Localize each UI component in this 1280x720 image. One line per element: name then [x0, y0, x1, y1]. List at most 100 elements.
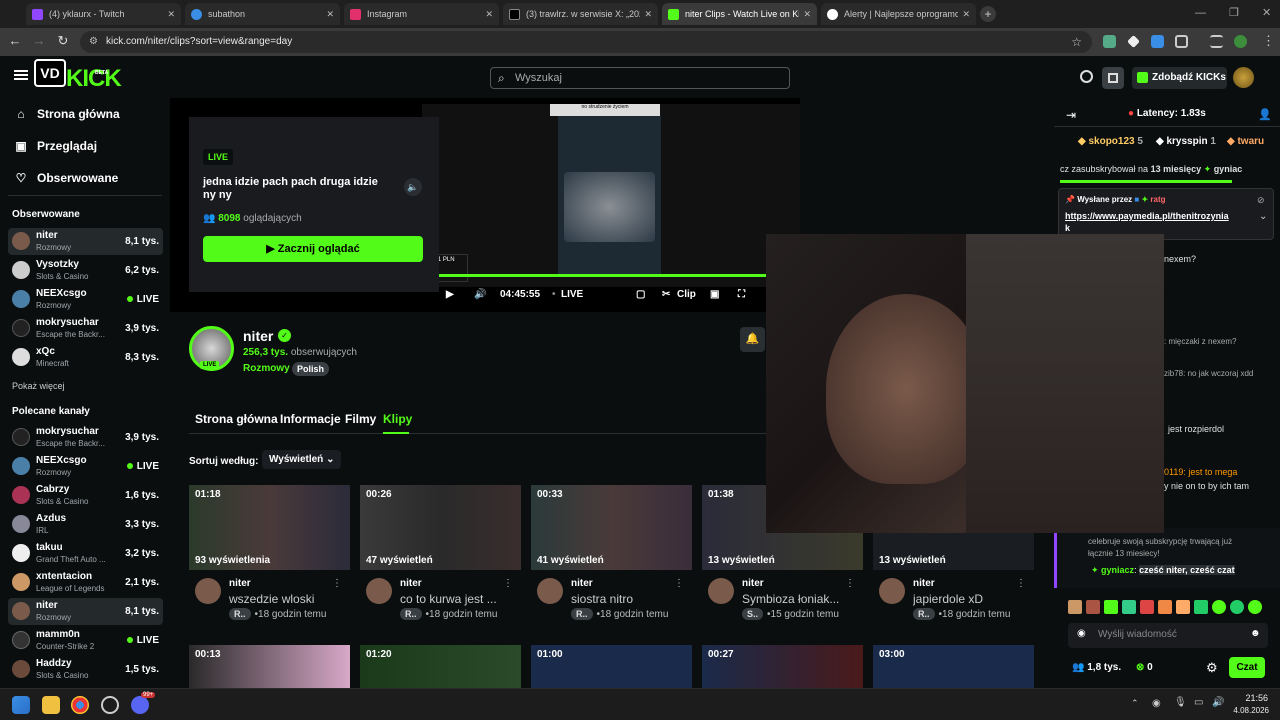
browser-tab[interactable]: (3) trawlrz. w serwisie X: „2026/... ✕ — [503, 3, 658, 25]
emote-icon[interactable] — [1122, 600, 1136, 614]
floating-webcam-video[interactable] — [766, 234, 1164, 533]
clip-thumbnail[interactable]: 01:18 93 wyświetlenia — [189, 485, 350, 570]
notification-bell-icon[interactable]: 🔔 — [740, 327, 765, 352]
nav-following[interactable]: ♡ Obserwowane — [14, 171, 119, 185]
gifter-2[interactable]: ◆ krysspin 1 — [1156, 136, 1216, 147]
clip-channel[interactable]: niter — [913, 578, 935, 589]
discord-icon[interactable] — [131, 696, 149, 714]
chat-badge-icon[interactable]: ◉ — [1077, 628, 1086, 639]
streamer-logo[interactable]: VD — [34, 59, 66, 87]
close-icon[interactable]: ✕ — [644, 9, 652, 20]
hamburger-menu-icon[interactable] — [14, 70, 28, 80]
layout-toggle-icon[interactable] — [1102, 67, 1124, 89]
chrome-icon[interactable] — [71, 696, 89, 714]
clip-thumbnail[interactable]: 00:13 — [189, 645, 350, 688]
minimize-button[interactable]: — — [1195, 7, 1206, 19]
followed-channel[interactable]: NEEXcsgo Rozmowy LIVE — [8, 286, 163, 313]
tab-home[interactable]: Strona główna — [195, 412, 278, 426]
user-avatar[interactable] — [1233, 67, 1254, 88]
reload-button[interactable]: ↻ — [54, 33, 72, 49]
chat-send-button[interactable]: Czat — [1229, 657, 1265, 678]
address-bar[interactable]: ⚙ kick.com/niter/clips?sort=view&range=d… — [80, 31, 1092, 53]
more-icon[interactable]: ⋮ — [503, 578, 513, 589]
emote-icon[interactable] — [1104, 600, 1118, 614]
emote-icon[interactable] — [1086, 600, 1100, 614]
progress-bar[interactable] — [436, 274, 766, 277]
profile-icon[interactable] — [1234, 35, 1247, 48]
file-explorer-icon[interactable] — [42, 696, 60, 714]
start-watching-button[interactable]: ▶ Zacznij oglądać — [203, 236, 423, 262]
new-tab-button[interactable]: + — [980, 6, 996, 22]
more-icon[interactable]: ⋮ — [845, 578, 855, 589]
clip-thumbnail[interactable]: 01:00 — [531, 645, 692, 688]
nav-browse[interactable]: ▣ Przeglądaj — [14, 139, 97, 153]
chevron-down-icon[interactable]: ⌄ — [1259, 211, 1267, 222]
more-icon[interactable]: ⋮ — [674, 578, 684, 589]
close-icon[interactable]: ✕ — [962, 9, 970, 20]
sort-dropdown[interactable]: Wyświetleń ⌄ — [262, 450, 342, 469]
clip-title[interactable]: japierdole xD — [913, 592, 1023, 606]
followed-channel[interactable]: mokrysuchar Escape the Backr... 3,9 tys. — [8, 315, 163, 342]
avatar[interactable] — [366, 578, 392, 604]
live-label[interactable]: LIVE — [561, 289, 583, 300]
pip-icon[interactable]: ▣ — [710, 289, 719, 300]
emote-icon[interactable] — [1068, 600, 1082, 614]
clock-date[interactable]: 4.08.2026 — [1229, 706, 1269, 715]
close-icon[interactable]: ✕ — [326, 9, 334, 20]
speaker-icon[interactable]: 🔊 — [1212, 697, 1224, 708]
video-player[interactable]: no strudzenie życiem 11 PLN — [422, 104, 800, 287]
mute-icon[interactable]: 🔈 — [404, 178, 422, 196]
emote-icon[interactable] — [1176, 600, 1190, 614]
fullscreen-icon[interactable]: ⛶ — [738, 289, 745, 300]
kicks-balance[interactable]: ⊗ 0 — [1136, 662, 1153, 673]
clip-thumbnail[interactable]: 00:27 — [702, 645, 863, 688]
clip-card[interactable]: 00:33 41 wyświetleń niter ⋮ siostra nitro R..… — [531, 485, 692, 620]
volume-icon[interactable]: 🔊 — [474, 289, 486, 300]
menu-icon[interactable]: ⋮ — [1262, 33, 1275, 49]
clip-card[interactable]: 00:26 47 wyświetleń niter ⋮ co to kurwa jest… — [360, 485, 521, 620]
unpin-icon[interactable]: ⊘ — [1257, 195, 1265, 206]
recommended-channel[interactable]: niter Rozmowy 8,1 tys. — [8, 598, 163, 625]
search-input[interactable]: ⌕ Wyszukaj — [490, 67, 790, 89]
emote-icon[interactable] — [1158, 600, 1172, 614]
chat-username[interactable]: gyniacz — [1101, 565, 1134, 575]
clip-title[interactable]: Symbioza łoniak... — [742, 592, 852, 606]
clip-title[interactable]: co to kurwa jest ... — [400, 592, 510, 606]
collapse-chat-icon[interactable]: ⇥ — [1066, 108, 1076, 122]
clip-icon[interactable]: ✂ — [662, 289, 670, 300]
clip-card[interactable]: 01:18 93 wyświetlenia niter ⋮ wszedzie wlosk… — [189, 485, 350, 620]
site-info-icon[interactable]: ⚙ — [89, 31, 98, 53]
extension-icon[interactable] — [1151, 35, 1164, 48]
close-icon[interactable]: ✕ — [803, 9, 811, 20]
get-kicks-button[interactable]: Zdobądź KICKs — [1132, 67, 1227, 89]
chevron-up-icon[interactable]: ⌃ — [1131, 698, 1139, 709]
nav-home[interactable]: ⌂ Strona główna — [14, 107, 119, 121]
category-tag[interactable]: R.. — [400, 608, 422, 620]
recommended-channel[interactable]: takuu Grand Theft Auto ... 3,2 tys. — [8, 540, 163, 567]
clip-channel[interactable]: niter — [400, 578, 422, 589]
clip-thumbnail[interactable]: 00:26 47 wyświetleń — [360, 485, 521, 570]
windows-start-icon[interactable] — [12, 696, 30, 714]
clip-channel[interactable]: niter — [742, 578, 764, 589]
category-tag[interactable]: S.. — [742, 608, 764, 620]
clock-time[interactable]: 21:56 — [1240, 693, 1268, 703]
avatar[interactable] — [708, 578, 734, 604]
pinned-link[interactable]: https://www.paymedia.pl/thenitrozynia — [1065, 211, 1229, 221]
category-tag[interactable]: R.. — [571, 608, 593, 620]
clip-button[interactable]: Clip — [677, 289, 696, 300]
reading-list-icon[interactable] — [1210, 35, 1223, 48]
avatar[interactable] — [879, 578, 905, 604]
browser-tab[interactable]: (4) yklaurx - Twitch ✕ — [26, 3, 181, 25]
puzzle-icon[interactable] — [1175, 35, 1188, 48]
clip-title[interactable]: wszedzie wloski — [229, 592, 339, 606]
followed-channel[interactable]: xQc Minecraft 8,3 tys. — [8, 344, 163, 371]
more-icon[interactable]: ⋮ — [1016, 578, 1026, 589]
close-icon[interactable]: ✕ — [167, 9, 175, 20]
clip-channel[interactable]: niter — [571, 578, 593, 589]
clip-thumbnail[interactable]: 01:20 — [360, 645, 521, 688]
emoji-icon[interactable]: ☻ — [1250, 628, 1261, 639]
play-icon[interactable]: ▶ — [446, 289, 454, 300]
more-icon[interactable]: ⋮ — [332, 578, 342, 589]
browser-tab-active[interactable]: niter Clips - Watch Live on Kick ✕ — [662, 3, 817, 25]
clip-title[interactable]: siostra nitro — [571, 592, 681, 606]
